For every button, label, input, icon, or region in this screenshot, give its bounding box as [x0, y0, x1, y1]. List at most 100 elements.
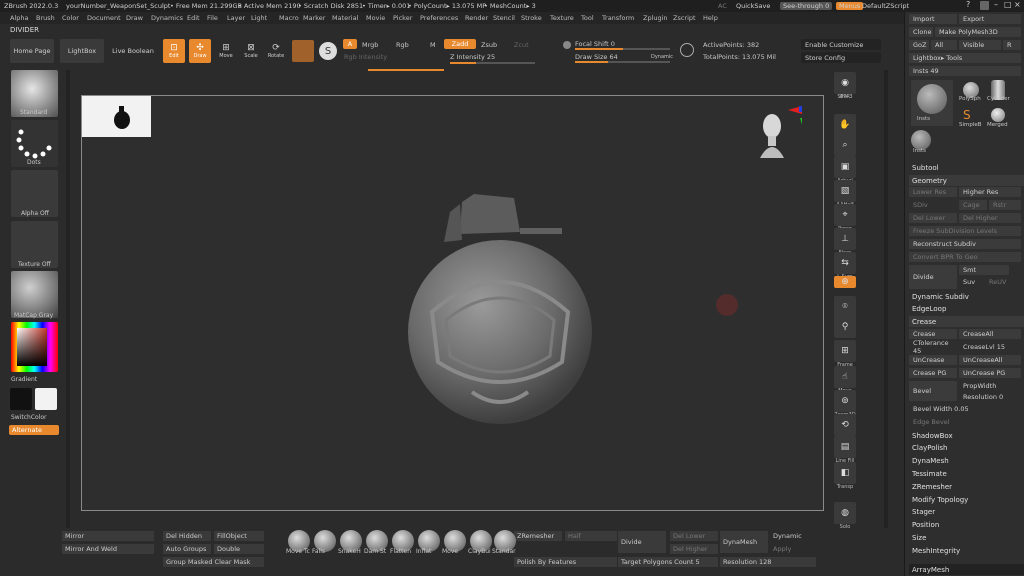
right-shelf-icon-3[interactable]: ⌕	[834, 134, 856, 156]
m-toggle[interactable]: M	[430, 41, 436, 49]
mirror-button[interactable]: Mirror	[62, 531, 154, 541]
home-page-button[interactable]: Home Page	[10, 39, 54, 63]
del-lower-bottom-button[interactable]: Del Lower	[670, 531, 718, 541]
bevel-width-slider[interactable]: Bevel Width 0.05	[909, 404, 1021, 414]
draw-size-slider[interactable]: Draw Size 64	[575, 53, 618, 61]
zremesher-button[interactable]: ZRemesher	[514, 531, 562, 541]
ctolerance-slider[interactable]: CTolerance 45	[909, 339, 957, 355]
tray-item-zremesher[interactable]: ZRemesher	[909, 481, 1024, 492]
freeze-subdiv-button[interactable]: Freeze SubDivision Levels	[909, 226, 1021, 236]
simplebrush-icon[interactable]: S	[963, 108, 977, 122]
mirror-weld-button[interactable]: Mirror And Weld	[62, 544, 154, 554]
right-shelf-icon-14[interactable]: ⊚	[834, 390, 856, 412]
sdiv-slider[interactable]: SDiv	[909, 200, 957, 210]
double-button[interactable]: Double	[214, 544, 264, 554]
menu-texture[interactable]: Texture	[550, 14, 574, 22]
menu-draw[interactable]: Draw	[126, 14, 143, 22]
creaselvl-slider[interactable]: CreaseLvl 15	[959, 342, 1021, 352]
menu-transform[interactable]: Transform	[602, 14, 634, 22]
menu-movie[interactable]: Movie	[366, 14, 385, 22]
menu-tool[interactable]: Tool	[581, 14, 594, 22]
dynamesh-button[interactable]: DynaMesh	[720, 531, 768, 553]
right-shelf-icon-0[interactable]: ◉	[834, 72, 856, 94]
rgb-intensity-slider[interactable]: Rgb Intensity	[344, 53, 387, 61]
right-shelf-icon-6[interactable]: ⌖	[834, 204, 856, 226]
menu-color[interactable]: Color	[62, 14, 79, 22]
edit-button[interactable]: ⊡ Edit	[163, 39, 185, 63]
menu-stroke[interactable]: Stroke	[521, 14, 542, 22]
close-icon[interactable]: ×	[1014, 0, 1021, 9]
focal-shift-slider[interactable]: Focal Shift 0	[575, 40, 615, 48]
right-shelf-icon-11[interactable]: ⚲	[834, 316, 856, 338]
zcut-toggle[interactable]: Zcut	[514, 41, 529, 49]
uncrease-button[interactable]: UnCrease	[909, 355, 957, 365]
rotate-button[interactable]: ⟳ Rotate	[265, 39, 287, 63]
right-shelf-icon-5[interactable]: ▧	[834, 180, 856, 202]
minimize-icon[interactable]: –	[994, 0, 998, 9]
viewport-canvas[interactable]	[81, 95, 824, 511]
clone-button[interactable]: Clone	[909, 27, 933, 37]
subtool-header[interactable]: Subtool	[909, 162, 1024, 173]
tray-item-shadowbox[interactable]: ShadowBox	[909, 430, 1024, 441]
secondary-color-swatch[interactable]	[35, 388, 57, 410]
del-higher-bottom-button[interactable]: Del Higher	[670, 544, 718, 554]
tray-item-modify-topology[interactable]: Modify Topology	[909, 494, 1024, 505]
menu-render[interactable]: Render	[465, 14, 488, 22]
right-shelf-icon-13[interactable]: ☝	[834, 366, 856, 388]
right-shelf-icon-8[interactable]: ⇆	[834, 252, 856, 274]
menu-macro[interactable]: Macro	[279, 14, 299, 22]
visible-button[interactable]: Visible	[959, 40, 1001, 50]
right-shelf-icon-17[interactable]: ◧	[834, 462, 856, 484]
right-shelf-icon-7[interactable]: ⊥	[834, 228, 856, 250]
menu-zscript[interactable]: Zscript	[673, 14, 696, 22]
lightbox-tools-button[interactable]: Lightbox▸ Tools	[909, 53, 1021, 63]
navigation-head-icon[interactable]	[752, 106, 802, 166]
dynamic-toggle[interactable]: Dynamic	[651, 54, 673, 60]
matcap-thumb[interactable]	[11, 271, 58, 318]
enable-customize-button[interactable]: Enable Customize	[801, 39, 881, 50]
draw-button[interactable]: ✣ Draw	[189, 39, 211, 63]
move-button[interactable]: ⊞ Move	[215, 39, 237, 63]
tray-item-position[interactable]: Position	[909, 520, 1024, 531]
smt-toggle[interactable]: Smt	[959, 265, 1009, 275]
quicksave-button[interactable]: QuickSave	[736, 2, 770, 10]
polish-features-toggle[interactable]: Polish By Features	[514, 557, 617, 567]
lightbox-button[interactable]: LightBox	[60, 39, 104, 63]
maximize-icon[interactable]: □	[1004, 0, 1012, 9]
menu-light[interactable]: Light	[251, 14, 267, 22]
menu-layer[interactable]: Layer	[227, 14, 245, 22]
main-color-swatch[interactable]	[10, 388, 32, 410]
switchcolor-button[interactable]: SwitchColor	[11, 414, 47, 421]
menu-marker[interactable]: Marker	[303, 14, 325, 22]
del-higher-button[interactable]: Del Higher	[959, 213, 1021, 223]
resolution-slider[interactable]: Resolution 0	[959, 392, 1021, 402]
color-picker[interactable]	[11, 322, 58, 372]
material-swatch[interactable]	[292, 40, 314, 62]
arraymesh-header[interactable]: ArrayMesh	[909, 564, 1024, 575]
menu-stencil[interactable]: Stencil	[493, 14, 515, 22]
propwidth-toggle[interactable]: PropWidth	[959, 381, 1021, 391]
edge-bevel-slider[interactable]: Edge Bevel	[909, 417, 1021, 427]
fillobject-button[interactable]: FillObject	[214, 531, 264, 541]
menu-document[interactable]: Document	[87, 14, 121, 22]
r-button[interactable]: R	[1003, 40, 1021, 50]
divide-bottom-button[interactable]: Divide	[618, 531, 666, 553]
suv-toggle[interactable]: Suv	[959, 277, 983, 287]
menu-material[interactable]: Material	[332, 14, 358, 22]
lower-res-button[interactable]: Lower Res	[909, 187, 957, 197]
del-lower-button[interactable]: Del Lower	[909, 213, 957, 223]
right-shelf-icon-16[interactable]: ▤	[834, 436, 856, 458]
creaseall-button[interactable]: CreaseAll	[959, 329, 1021, 339]
menu-edit[interactable]: Edit	[187, 14, 200, 22]
z-intensity-slider[interactable]: Z Intensity 25	[450, 53, 495, 61]
menus-button[interactable]: Menus	[836, 2, 864, 10]
uncreaseall-button[interactable]: UnCreaseAll	[959, 355, 1021, 365]
bevel-button[interactable]: Bevel	[909, 381, 957, 401]
crease-button[interactable]: Crease	[909, 329, 957, 339]
live-boolean-button[interactable]: Live Boolean	[108, 39, 158, 63]
reconstruct-subdiv-button[interactable]: Reconstruct Subdiv	[909, 239, 1021, 249]
store-config-button[interactable]: Store Config	[801, 52, 881, 63]
auto-groups-button[interactable]: Auto Groups	[163, 544, 211, 554]
menu-zplugin[interactable]: Zplugin	[643, 14, 668, 22]
menu-dynamics[interactable]: Dynamics	[151, 14, 183, 22]
